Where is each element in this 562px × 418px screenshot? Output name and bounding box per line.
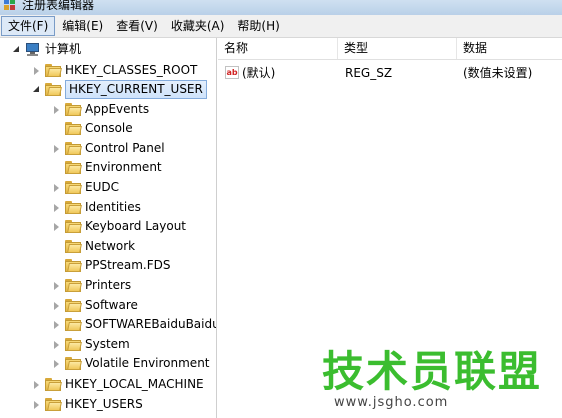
tree-node-child[interactable]: Network — [52, 237, 135, 256]
folder-icon — [65, 279, 82, 292]
tree-node-label: AppEvents — [85, 102, 150, 116]
computer-icon — [25, 42, 41, 57]
folder-icon — [65, 103, 82, 116]
title-bar: 注册表编辑器 — [0, 0, 562, 15]
folder-icon — [65, 357, 82, 370]
tree-node-child[interactable]: Volatile Environment — [52, 354, 210, 373]
value-data: (数值未设置) — [463, 66, 533, 80]
tree-node-hku[interactable]: HKEY_USERS — [32, 395, 143, 414]
folder-icon — [65, 220, 82, 233]
regedit-icon — [3, 0, 17, 11]
folder-icon — [65, 181, 82, 194]
tree-node-label: Volatile Environment — [85, 356, 210, 370]
registry-tree[interactable]: 计算机 HKEY_CLASSES_ROOT HKEY_CURRENT_USER … — [0, 38, 217, 418]
folder-icon — [65, 299, 82, 312]
tree-node-child[interactable]: Environment — [52, 158, 162, 177]
tree-node-label: SOFTWAREBaiduBaidu — [85, 317, 217, 331]
menu-help[interactable]: 帮助(H) — [231, 16, 285, 36]
menu-favorites[interactable]: 收藏夹(A) — [165, 16, 231, 36]
folder-icon — [65, 122, 82, 135]
expand-icon[interactable] — [52, 222, 62, 232]
tree-node-label-selected: HKEY_CURRENT_USER — [65, 80, 207, 99]
folder-icon — [65, 201, 82, 214]
tree-node-label: Console — [85, 121, 133, 135]
expand-icon[interactable] — [32, 66, 42, 76]
tree-node-child[interactable]: Keyboard Layout — [52, 217, 186, 236]
tree-node-hkcr[interactable]: HKEY_CLASSES_ROOT — [32, 61, 197, 80]
folder-icon — [65, 338, 82, 351]
watermark-url: www.jsgho.com — [334, 395, 449, 410]
expand-icon[interactable] — [52, 320, 62, 330]
list-row[interactable]: ab (默认) REG_SZ (数值未设置) — [218, 64, 562, 83]
column-header-name[interactable]: 名称 — [218, 38, 338, 59]
tree-node-child[interactable]: Console — [52, 119, 133, 138]
column-header-type[interactable]: 类型 — [338, 38, 457, 59]
expand-icon[interactable] — [52, 281, 62, 291]
menu-file[interactable]: 文件(F) — [1, 16, 56, 36]
tree-node-label: Software — [85, 298, 138, 312]
expand-icon[interactable] — [52, 301, 62, 311]
expand-icon[interactable] — [32, 400, 42, 410]
tree-node-child[interactable]: Software — [52, 296, 138, 315]
tree-node-label: Network — [85, 239, 136, 253]
expand-icon[interactable] — [52, 203, 62, 213]
menu-view[interactable]: 查看(V) — [110, 16, 164, 36]
tree-node-child[interactable]: AppEvents — [52, 100, 149, 119]
expand-icon[interactable] — [52, 359, 62, 369]
window-title: 注册表编辑器 — [22, 0, 95, 12]
folder-icon — [45, 64, 62, 77]
tree-node-label: HKEY_USERS — [65, 397, 143, 411]
list-header: 名称 类型 数据 — [218, 38, 562, 60]
tree-node-child[interactable]: PPStream.FDS — [52, 256, 170, 275]
expand-icon[interactable] — [52, 183, 62, 193]
tree-node-label: Printers — [85, 278, 132, 292]
value-name: (默认) — [242, 66, 276, 80]
folder-icon — [65, 259, 82, 272]
tree-node-child[interactable]: Printers — [52, 276, 131, 295]
collapse-icon[interactable] — [32, 85, 42, 95]
tree-node-label: 计算机 — [45, 42, 82, 56]
expand-icon[interactable] — [52, 144, 62, 154]
folder-icon — [65, 142, 82, 155]
menu-bar: 文件(F) 编辑(E) 查看(V) 收藏夹(A) 帮助(H) — [0, 15, 562, 38]
string-value-icon: ab — [225, 66, 239, 79]
folder-icon — [65, 240, 82, 253]
tree-node-child[interactable]: SOFTWAREBaiduBaidu — [52, 315, 217, 334]
expand-icon[interactable] — [52, 340, 62, 350]
tree-node-computer[interactable]: 计算机 — [12, 40, 81, 59]
folder-icon — [65, 318, 82, 331]
tree-node-label: Keyboard Layout — [85, 219, 187, 233]
tree-node-child[interactable]: Control Panel — [52, 139, 165, 158]
tree-node-label: HKEY_CLASSES_ROOT — [65, 63, 198, 77]
tree-node-hklm[interactable]: HKEY_LOCAL_MACHINE — [32, 375, 204, 394]
tree-node-label: PPStream.FDS — [85, 258, 171, 272]
watermark-brand: 技术员联盟 — [322, 347, 543, 396]
folder-icon — [45, 83, 62, 96]
watermark: 技术员联盟 www.jsgho.com — [322, 348, 558, 414]
expand-icon[interactable] — [52, 105, 62, 115]
tree-node-label: HKEY_LOCAL_MACHINE — [65, 377, 204, 391]
value-type: REG_SZ — [345, 66, 393, 80]
tree-node-child[interactable]: System — [52, 335, 130, 354]
tree-node-label: Identities — [85, 200, 141, 214]
tree-node-label: Environment — [85, 160, 162, 174]
tree-node-child[interactable]: EUDC — [52, 178, 119, 197]
tree-node-label: System — [85, 337, 130, 351]
folder-icon — [45, 378, 62, 391]
tree-node-label: Control Panel — [85, 141, 165, 155]
tree-node-child[interactable]: Identities — [52, 198, 141, 217]
menu-edit[interactable]: 编辑(E) — [56, 16, 109, 36]
column-header-data[interactable]: 数据 — [457, 38, 562, 59]
tree-node-label: EUDC — [85, 180, 119, 194]
folder-icon — [45, 398, 62, 411]
expand-icon[interactable] — [32, 380, 42, 390]
folder-icon — [65, 161, 82, 174]
collapse-icon[interactable] — [12, 45, 22, 55]
tree-node-hkcu[interactable]: HKEY_CURRENT_USER — [32, 80, 207, 99]
